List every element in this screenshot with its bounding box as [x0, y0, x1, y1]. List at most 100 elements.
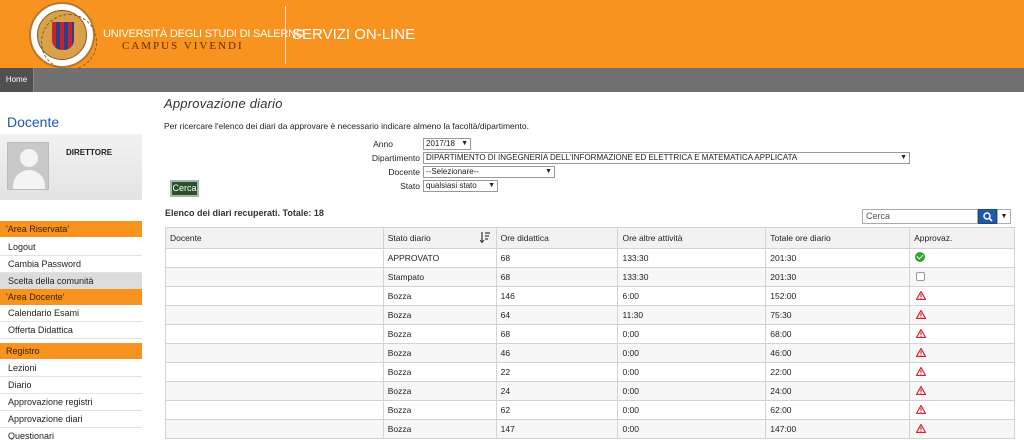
cell-docente[interactable] — [165, 286, 384, 306]
header-ore-altre[interactable]: Ore altre attività — [617, 227, 767, 249]
site-header: UNIVERSITÀ DEGLI STUDI DI SALERNO CAMPUS… — [0, 0, 1024, 70]
header-approvazione[interactable]: Approvaz. — [909, 227, 1015, 249]
cell-totale: 201:30 — [765, 267, 911, 287]
cell-ore-didattica: 62 — [495, 400, 619, 420]
cell-docente[interactable] — [165, 305, 384, 325]
search-icon — [983, 212, 993, 222]
cell-docente[interactable] — [165, 248, 384, 268]
cell-approvazione — [909, 343, 1015, 363]
cell-docente[interactable] — [165, 267, 384, 287]
sidebar-item-logout[interactable]: Logout — [0, 239, 142, 256]
warning-triangle-icon — [915, 403, 927, 416]
sidebar: Docente DIRETTORE 'Area Riservata' Logou… — [0, 92, 142, 440]
table-body: APPROVATO 68 133:30 201:30 Stampato 68 133:30 2… — [165, 248, 1015, 439]
table-row[interactable]: Bozza 147 0:00 147:00 — [165, 419, 1015, 439]
top-navbar: Home — [0, 68, 1024, 92]
table-row[interactable]: Bozza 64 11:30 75:30 — [165, 305, 1015, 325]
avatar-head-icon — [20, 149, 38, 167]
sidebar-item-approvazione-diari[interactable]: Approvazione diari — [0, 411, 142, 428]
cell-totale: 201:30 — [765, 248, 911, 268]
header-stato-diario[interactable]: Stato diario — [382, 227, 497, 249]
university-name[interactable]: UNIVERSITÀ DEGLI STUDI DI SALERNO — [103, 28, 304, 40]
sidebar-item-approvazione-registri[interactable]: Approvazione registri — [0, 394, 142, 411]
cell-ore-didattica: 64 — [495, 305, 619, 325]
nav-home-link[interactable]: Home — [0, 68, 34, 92]
stato-label: Stato — [400, 181, 420, 191]
stato-select[interactable]: qualsiasi stato ▼ — [423, 180, 498, 192]
cell-totale: 62:00 — [765, 400, 911, 420]
cell-approvazione — [909, 324, 1015, 344]
sidebar-item-diario[interactable]: Diario — [0, 377, 142, 394]
cell-ore-altre: 0:00 — [617, 362, 767, 382]
table-row[interactable]: Stampato 68 133:30 201:30 — [165, 267, 1015, 287]
cell-approvazione — [909, 248, 1015, 268]
docente-select[interactable]: --Selezionare-- ▼ — [423, 166, 555, 178]
checkbox-icon[interactable] — [916, 271, 926, 281]
user-card: DIRETTORE — [0, 134, 142, 200]
table-row[interactable]: Bozza 146 6:00 152:00 — [165, 286, 1015, 306]
sort-desc-icon[interactable] — [479, 232, 490, 243]
cerca-button[interactable]: Cerca — [170, 180, 199, 197]
cell-stato: APPROVATO — [382, 248, 497, 268]
stato-value: qualsiasi stato — [426, 181, 477, 190]
cell-ore-altre: 133:30 — [617, 267, 767, 287]
cell-totale: 75:30 — [765, 305, 911, 325]
chevron-down-icon: ▼ — [900, 154, 907, 161]
cell-ore-didattica: 68 — [495, 324, 619, 344]
page-title: Approvazione diario — [164, 96, 283, 111]
cell-stato: Bozza — [382, 305, 497, 325]
sidebar-item-offerta-didattica[interactable]: Offerta Didattica — [0, 322, 142, 339]
avatar-body-icon — [13, 170, 45, 189]
table-row[interactable]: Bozza 68 0:00 68:00 — [165, 324, 1015, 344]
cell-approvazione — [909, 267, 1015, 287]
header-ore-didattica[interactable]: Ore didattica — [495, 227, 619, 249]
sidebar-item-calendario-esami[interactable]: Calendario Esami — [0, 305, 142, 322]
anno-label: Anno — [373, 139, 393, 149]
cell-docente[interactable] — [165, 419, 384, 439]
docente-value: --Selezionare-- — [426, 167, 479, 176]
cell-ore-altre: 0:00 — [617, 343, 767, 363]
instructions-text: Per ricercare l'elenco dei diari da appr… — [164, 121, 529, 131]
warning-triangle-icon — [915, 365, 927, 378]
cell-ore-altre: 6:00 — [617, 286, 767, 306]
anno-select[interactable]: 2017/18 ▼ — [423, 138, 471, 150]
sidebar-item-lezioni[interactable]: Lezioni — [0, 360, 142, 377]
section-registro: Registro — [0, 343, 142, 359]
sidebar-item-questionari[interactable]: Questionari — [0, 428, 142, 440]
university-seal-logo[interactable] — [29, 2, 97, 70]
cell-totale: 152:00 — [765, 286, 911, 306]
cell-ore-didattica: 146 — [495, 286, 619, 306]
cell-docente[interactable] — [165, 362, 384, 382]
search-options-dropdown[interactable]: ▼ — [997, 209, 1011, 224]
cell-ore-altre: 0:00 — [617, 381, 767, 401]
warning-triangle-icon — [915, 308, 927, 321]
cell-docente[interactable] — [165, 343, 384, 363]
cell-docente[interactable] — [165, 400, 384, 420]
cell-ore-altre: 0:00 — [617, 419, 767, 439]
cell-ore-altre: 0:00 — [617, 324, 767, 344]
table-row[interactable]: APPROVATO 68 133:30 201:30 — [165, 248, 1015, 268]
table-row[interactable]: Bozza 22 0:00 22:00 — [165, 362, 1015, 382]
table-row[interactable]: Bozza 24 0:00 24:00 — [165, 381, 1015, 401]
cell-totale: 68:00 — [765, 324, 911, 344]
cell-stato: Bozza — [382, 286, 497, 306]
dipartimento-select[interactable]: DIPARTIMENTO DI INGEGNERIA DELL'INFORMAZ… — [423, 152, 910, 164]
sidebar-item-cambia-password[interactable]: Cambia Password — [0, 256, 142, 273]
anno-value: 2017/18 — [426, 139, 455, 148]
table-row[interactable]: Bozza 46 0:00 46:00 — [165, 343, 1015, 363]
user-role: DIRETTORE — [66, 148, 113, 157]
warning-triangle-icon — [915, 327, 927, 340]
dipartimento-label: Dipartimento — [371, 153, 420, 163]
table-row[interactable]: Bozza 62 0:00 62:00 — [165, 400, 1015, 420]
header-totale-ore[interactable]: Totale ore diario — [765, 227, 911, 249]
search-button[interactable] — [978, 209, 997, 224]
cell-ore-altre: 0:00 — [617, 400, 767, 420]
cell-approvazione — [909, 286, 1015, 306]
list-title: Elenco dei diari recuperati. Totale: 18 — [165, 208, 324, 218]
header-docente[interactable]: Docente — [165, 227, 384, 249]
cell-docente[interactable] — [165, 324, 384, 344]
table-search-input[interactable]: Cerca — [862, 209, 978, 224]
sidebar-item-scelta-comunita[interactable]: Scelta della comunità — [0, 273, 142, 289]
cell-ore-altre: 11:30 — [617, 305, 767, 325]
cell-docente[interactable] — [165, 381, 384, 401]
